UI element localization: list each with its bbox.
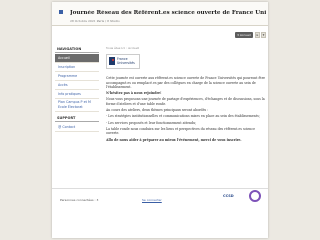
site-title[interactable]: Journée Réseau des Référent.es science o… bbox=[70, 10, 266, 16]
sidebar-item-accueil[interactable]: Accueil bbox=[55, 54, 99, 63]
bullet-2: - Les services proposés et leur fonction… bbox=[106, 120, 197, 125]
site-logo-square bbox=[59, 10, 63, 14]
ccsd-logo[interactable]: CCSD bbox=[223, 194, 234, 198]
collapse-icon[interactable]: ▾ bbox=[261, 32, 266, 38]
sidebar-item-info-pratiques[interactable]: Info pratiques bbox=[55, 90, 99, 99]
closing-text: Allo de nous aider à préparer au mieux l… bbox=[106, 137, 242, 142]
paragraph-3: Au cours des ateliers, deux thèmes princ… bbox=[106, 108, 209, 113]
paragraph-2: Nous vous proposons une journée de parta… bbox=[106, 97, 265, 106]
sidebar-item-contact[interactable]: @ Contact bbox=[55, 123, 99, 132]
sidebar-item-programme[interactable]: Programme bbox=[55, 72, 99, 81]
support-heading: SUPPORT bbox=[55, 115, 99, 122]
paragraph-4: La table ronde nous conduira sur les lie… bbox=[106, 126, 256, 136]
nav-heading: NAVIGATION bbox=[55, 46, 99, 53]
site-meta: 28 Octobre 2021 Paris / 8 Studio bbox=[70, 19, 120, 23]
expand-icon[interactable]: ▸ bbox=[255, 32, 260, 38]
sidebar-item-acces[interactable]: Accès bbox=[55, 81, 99, 90]
top-toolbar: ▾ Accueil ▸ ▾ bbox=[52, 26, 268, 42]
site-footer: Personnes connectées : 3 Se connecter CC… bbox=[52, 188, 268, 207]
page-frame: Journée Réseau des Référent.es science o… bbox=[52, 2, 268, 238]
logo-line2: Universités bbox=[117, 61, 135, 66]
france-universites-logo: France Universités bbox=[106, 54, 140, 70]
sidebar-item-inscription[interactable]: Inscription bbox=[55, 63, 99, 72]
sciencesconf-circle-icon[interactable] bbox=[249, 190, 261, 202]
breadcrumb: Vous êtes ici : Accueil bbox=[106, 46, 140, 50]
sidebar: NAVIGATION Accueil Inscription Programme… bbox=[55, 46, 99, 132]
edit-menu-button[interactable]: ▾ Accueil bbox=[235, 32, 253, 38]
main-content: Vous êtes ici : Accueil France Universit… bbox=[106, 46, 266, 144]
site-header: Journée Réseau des Référent.es science o… bbox=[52, 2, 268, 26]
online-count: Personnes connectées : 3 bbox=[60, 198, 99, 202]
intro-text: Cette journée est ouverte aux référent.e… bbox=[106, 76, 266, 89]
bullet-1: - Les stratégies institutionnelles et co… bbox=[106, 114, 260, 119]
sidebar-item-plan-campus[interactable]: Plan Campus P et M Ecole Électorat bbox=[55, 99, 99, 112]
login-link[interactable]: Se connecter bbox=[142, 198, 162, 202]
news-heading: N'hésitez pas à nous rejoindre! bbox=[106, 91, 162, 96]
